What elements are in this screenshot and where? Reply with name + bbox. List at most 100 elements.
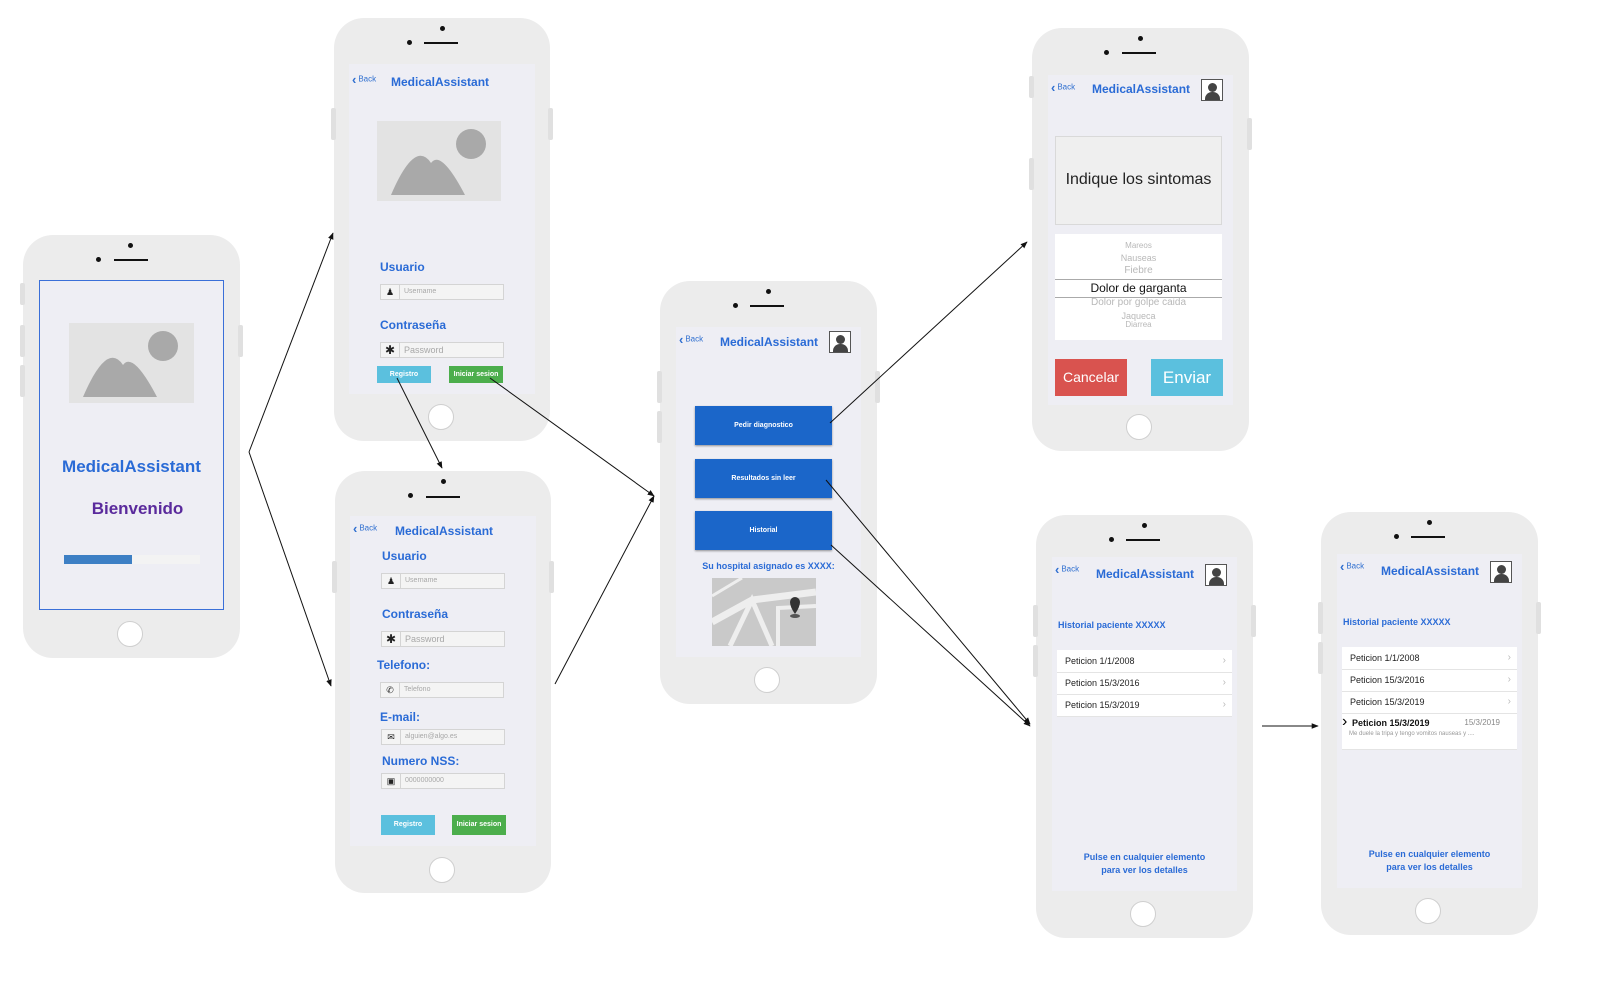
phone-menu: ‹ Back MedicalAssistant Pedir diagnostico… [657,281,880,704]
speaker [750,305,784,307]
unread-results-button[interactable]: Resultados sin leer [695,459,832,498]
camera-dot [1394,534,1399,539]
history-item[interactable]: Peticion 1/1/2008 › [1342,647,1517,670]
history-item-label: Peticion 1/1/2008 [1065,656,1135,666]
speaker [1411,536,1445,538]
sensor-dot [766,289,771,294]
back-link[interactable]: ‹ Back [679,332,703,347]
back-link[interactable]: ‹ Back [1055,562,1079,577]
phone-history: ‹ Back MedicalAssistant Historial pacient… [1033,515,1256,938]
sensor-dot [440,26,445,31]
picker-option[interactable]: Fiebre [1055,265,1222,276]
username-label: Usuario [380,260,425,274]
password-placeholder: Password [405,634,445,644]
login-button[interactable]: Iniciar sesion [452,815,506,835]
footer-line-1: Pulse en cualquier elemento [1368,849,1491,859]
password-input[interactable]: ✱ Password [381,631,505,647]
user-avatar-icon[interactable] [1490,561,1512,583]
register-button[interactable]: Registro [377,366,431,383]
back-link[interactable]: ‹ Back [353,521,377,536]
user-icon: ♟ [382,574,401,588]
picker-option[interactable]: Dolor por golpe caida [1055,297,1222,308]
email-placeholder: alguien@algo.es [405,733,458,740]
camera-dot [1104,50,1109,55]
camera-dot [408,493,413,498]
side-button [1251,605,1256,637]
register-button[interactable]: Registro [381,815,435,835]
request-diagnosis-button[interactable]: Pedir diagnostico [695,406,832,445]
picker-option[interactable]: Diarrea [1055,320,1222,329]
back-label: Back [1061,564,1080,574]
chevron-right-icon: › [1222,699,1226,710]
speaker [424,42,458,44]
back-label: Back [685,334,704,344]
header-title: MedicalAssistant [395,524,494,538]
history-title: Historial paciente XXXXX [1343,617,1451,627]
side-button [1536,602,1541,634]
splash-app-title: MedicalAssistant [62,457,201,476]
logo-image-placeholder [69,323,194,403]
hospital-text: Su hospital asignado es XXXX: [702,561,835,571]
phone-input[interactable]: ✆ Telefono [380,682,504,698]
symptoms-picker[interactable]: Mareos Nauseas Fiebre Dolor de garganta … [1055,234,1222,340]
nss-input[interactable]: ▣ 0000000000 [381,773,505,789]
phone-icon: ✆ [381,683,400,697]
email-input[interactable]: ✉ alguien@algo.es [381,729,505,745]
login-button[interactable]: Iniciar sesion [449,366,503,383]
history-item-expanded[interactable]: Peticion 15/3/2019 15/3/2019 › Me duele … [1342,713,1517,750]
send-button[interactable]: Enviar [1151,359,1223,396]
back-label: Back [359,523,378,533]
history-item[interactable]: Peticion 15/3/2019 › [1342,691,1517,714]
username-label: Usuario [382,549,427,563]
asterisk-icon: ✱ [381,343,400,357]
user-avatar-icon[interactable] [1201,79,1223,101]
card-icon: ▣ [382,774,401,788]
expanded-item-date: 15/3/2019 [1464,718,1500,727]
side-button [331,108,336,140]
history-item-label: Peticion 15/3/2019 [1350,697,1425,707]
splash-screen: MedicalAssistant Bienvenido [39,280,224,610]
back-link[interactable]: ‹ Back [1340,559,1364,574]
side-button [1033,605,1038,637]
arrow-register-to-menu [554,495,655,685]
history-item[interactable]: Peticion 15/3/2019 › [1057,694,1232,717]
chevron-left-icon: ‹ [1055,562,1060,577]
footer-line-1: Pulse en cualquier elemento [1083,852,1206,862]
phone-symptoms: ‹ Back MedicalAssistant Indique los sinto… [1029,28,1252,451]
chevron-left-icon: ‹ [1051,80,1056,95]
username-input[interactable]: ♟ Username [381,573,505,589]
image-icon [391,129,486,195]
image-icon [83,331,178,397]
map-icon [712,578,816,646]
envelope-icon: ✉ [382,730,401,744]
picker-option[interactable]: Mareos [1055,241,1222,250]
side-button [657,411,662,443]
cancel-button[interactable]: Cancelar [1055,359,1127,396]
chevron-right-icon: › [1507,674,1511,685]
phone-splash: MedicalAssistant Bienvenido [20,235,243,658]
user-avatar-icon[interactable] [829,331,851,353]
history-item[interactable]: Peticion 1/1/2008 › [1057,650,1232,673]
history-button[interactable]: Historial [695,511,832,550]
phone-placeholder: Telefono [404,686,431,693]
history-item[interactable]: Peticion 15/3/2016 › [1342,669,1517,692]
picker-selected-option[interactable]: Dolor de garganta [1055,281,1222,295]
chevron-right-icon: › [1222,655,1226,666]
sensor-dot [441,479,446,484]
back-link[interactable]: ‹ Back [352,72,376,87]
back-link[interactable]: ‹ Back [1051,80,1075,95]
hospital-map[interactable] [712,578,816,646]
history-item[interactable]: Peticion 15/3/2016 › [1057,672,1232,695]
history-list: Peticion 1/1/2008 › Peticion 15/3/2016 ›… [1057,650,1232,717]
user-avatar-icon[interactable] [1205,564,1227,586]
username-input[interactable]: ♟ Username [380,284,504,300]
picker-option[interactable]: Nauseas [1055,253,1222,263]
back-label: Back [358,74,377,84]
register-screen: ‹ Back MedicalAssistant Usuario ♟ Usernam… [350,516,536,846]
camera-dot [407,40,412,45]
history-detail-screen: ‹ Back MedicalAssistant Historial pacient… [1337,554,1522,888]
footer-line-2: para ver los detalles [1101,865,1188,875]
password-input[interactable]: ✱ Password [380,342,504,358]
speaker [426,496,460,498]
camera-dot [733,303,738,308]
